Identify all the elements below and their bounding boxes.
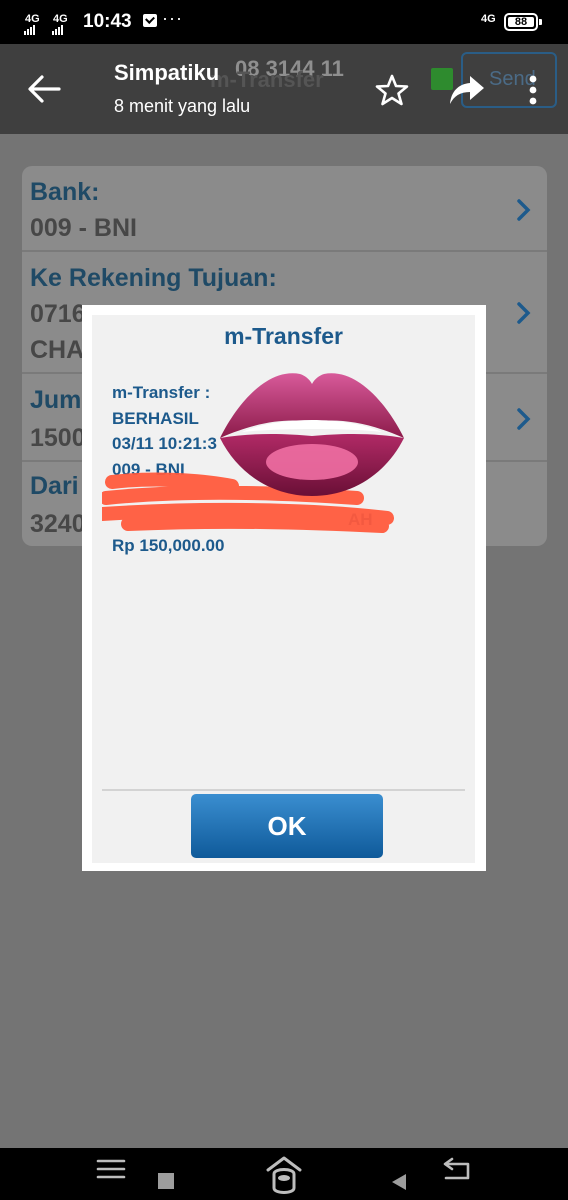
form-row-bank: Bank: 009 - BNI: [22, 166, 547, 252]
background-header-title: m-Transfer: [210, 67, 324, 92]
dialog-title: m-Transfer: [224, 323, 343, 349]
chevron-right-icon: [517, 408, 531, 430]
signal-label-2: 4G: [53, 13, 68, 25]
form-label: Ke Rekening Tujuan:: [30, 264, 277, 292]
home-icon[interactable]: [264, 1152, 304, 1196]
status-time: 10:43: [83, 11, 132, 32]
dialog-divider: [102, 789, 465, 791]
star-outline-icon[interactable]: [374, 72, 410, 108]
back-triangle-icon[interactable]: [390, 1172, 408, 1192]
form-value-secondary: CHA: [30, 336, 85, 364]
form-value: 0716: [30, 300, 86, 328]
signal-label-1: 4G: [25, 13, 40, 25]
battery-icon: 88: [504, 13, 538, 31]
network-type-label: 4G: [481, 13, 496, 25]
message-notification-icon: [143, 14, 157, 27]
message-amount: Rp 150,000.00: [112, 536, 225, 555]
status-bar: 4G 4G 10:43 ··· 4G 88: [0, 0, 568, 44]
more-notifications: ···: [162, 8, 183, 28]
ok-button[interactable]: OK: [191, 794, 383, 858]
message-line: m-Transfer :: [112, 383, 211, 402]
message-line: 03/11 10:21:3: [112, 434, 217, 453]
return-icon[interactable]: [440, 1156, 472, 1182]
square-icon[interactable]: [157, 1172, 175, 1190]
menu-icon[interactable]: [96, 1158, 126, 1180]
battery-tip: [539, 19, 542, 25]
viewer-app-bar: 08 3144 11 m-Transfer Send Simpatiku 8 m…: [0, 44, 568, 134]
form-value: 1500: [30, 424, 86, 452]
viewer-subtitle: 8 menit yang lalu: [114, 96, 251, 116]
message-line: BERHASIL: [112, 409, 199, 428]
chevron-right-icon: [517, 199, 531, 221]
signal-bars-2-icon: [52, 25, 63, 35]
navigation-bar: [0, 1148, 568, 1200]
more-vertical-icon[interactable]: [522, 72, 544, 108]
form-value: 3240: [30, 510, 86, 538]
lips-sticker-icon: [220, 373, 404, 496]
share-arrow-icon[interactable]: [448, 72, 486, 108]
form-value: 009 - BNI: [30, 214, 137, 242]
battery-level: 88: [508, 17, 534, 28]
form-label: Juml: [30, 386, 89, 414]
chevron-right-icon: [517, 302, 531, 324]
viewer-title: Simpatiku: [114, 60, 220, 85]
arrow-left-icon[interactable]: [26, 71, 62, 107]
form-label: Dari: [30, 472, 79, 500]
form-label: Bank:: [30, 178, 100, 206]
signal-bars-1-icon: [24, 25, 35, 35]
